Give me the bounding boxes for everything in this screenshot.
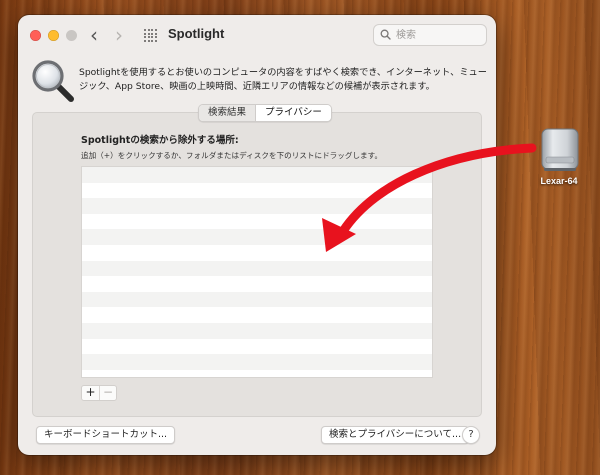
minimize-button[interactable] [48, 30, 59, 41]
list-row [82, 213, 432, 230]
instructions-text: 追加（+）をクリックするか、フォルダまたはディスクを下のリストにドラッグします。 [81, 151, 383, 160]
drive-label: Lexar-64 [540, 176, 578, 186]
tab-search-results[interactable]: 検索結果 [199, 105, 256, 121]
chevron-right-icon[interactable]: › [115, 24, 123, 46]
list-row [82, 260, 432, 277]
chevron-left-icon[interactable]: ‹ [90, 24, 98, 46]
list-row [82, 276, 432, 292]
title-bar: ‹ › Spotlight [18, 15, 496, 55]
list-row [82, 182, 432, 199]
close-button[interactable] [30, 30, 41, 41]
list-row [82, 338, 432, 355]
excluded-locations-list[interactable] [81, 166, 433, 378]
tab-bar: 検索結果 プライバシー [198, 104, 332, 122]
external-drive-icon[interactable] [538, 127, 582, 173]
tab-privacy[interactable]: プライバシー [255, 105, 331, 121]
section-title: Spotlightの検索から除外する場所: [81, 135, 239, 146]
list-row [82, 244, 432, 261]
window-title: Spotlight [168, 26, 225, 41]
list-buttons: + − [81, 385, 117, 401]
search-icon [380, 29, 391, 40]
magnifying-glass-icon [32, 60, 74, 102]
list-row [82, 229, 432, 245]
add-button[interactable]: + [82, 386, 99, 400]
remove-button[interactable]: − [98, 386, 116, 400]
zoom-button[interactable] [66, 30, 77, 41]
list-row [82, 198, 432, 214]
list-row [82, 291, 432, 308]
list-row [82, 369, 432, 377]
keyboard-shortcuts-button[interactable]: キーボードショートカット... [36, 426, 176, 444]
search-field[interactable] [373, 24, 487, 46]
description-text: Spotlightを使用するとお使いのコンピュータの内容をすばやく検索でき、イン… [79, 67, 487, 92]
grid-icon[interactable] [144, 29, 157, 42]
search-input[interactable] [396, 27, 482, 43]
search-privacy-button[interactable]: 検索とプライバシーについて... [321, 426, 470, 444]
preferences-window: ‹ › Spotlight Spotlightを使用す [18, 15, 496, 455]
help-button[interactable]: ? [462, 426, 480, 444]
list-row [82, 322, 432, 339]
list-row [82, 167, 432, 183]
list-row [82, 354, 432, 370]
list-row [82, 307, 432, 323]
